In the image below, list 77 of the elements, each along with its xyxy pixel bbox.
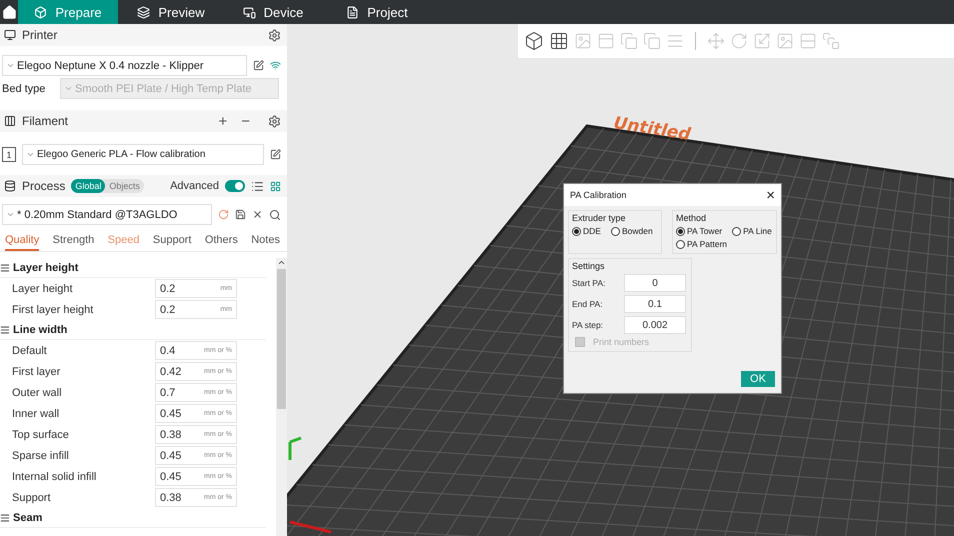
settings-tab[interactable]: Quality bbox=[5, 232, 40, 251]
chevron-icon bbox=[6, 61, 15, 70]
wifi-icon[interactable] bbox=[270, 60, 281, 71]
group-icon bbox=[0, 262, 10, 272]
nav-tab[interactable]: Device bbox=[224, 0, 322, 24]
field-label: End PA: bbox=[572, 299, 604, 309]
value-field[interactable]: 0 bbox=[624, 274, 686, 292]
layers-icon bbox=[137, 6, 150, 18]
plate-label: Untitled bbox=[612, 113, 692, 146]
parameter-label: Default bbox=[12, 344, 48, 356]
settings-tab[interactable]: Strength bbox=[52, 232, 94, 251]
parameter-label: Top surface bbox=[12, 428, 70, 440]
group-title: Settings bbox=[572, 261, 606, 271]
reset-button[interactable] bbox=[218, 209, 229, 220]
printer-select[interactable]: Elegoo Neptune X 0.4 nozzle - Klipper bbox=[2, 55, 247, 76]
settings-tab[interactable]: Others bbox=[204, 232, 238, 251]
chevron-up-icon bbox=[277, 258, 286, 267]
settings-button[interactable] bbox=[268, 114, 281, 128]
section-title: Process bbox=[22, 179, 66, 193]
radio-option[interactable]: PA Tower bbox=[676, 226, 722, 236]
parameter-label: Sparse infill bbox=[12, 450, 70, 462]
field-label: PA step: bbox=[572, 320, 604, 330]
group-title: Method bbox=[676, 213, 708, 223]
edit-button[interactable] bbox=[253, 60, 264, 71]
group-title: Line width bbox=[13, 324, 68, 336]
add-button[interactable]: + bbox=[218, 114, 228, 128]
nav-tab[interactable]: Prepare bbox=[18, 0, 118, 24]
dialog-title: PA Calibration bbox=[570, 190, 626, 200]
group-icon bbox=[0, 512, 10, 522]
radio-option[interactable]: Bowden bbox=[610, 226, 653, 236]
scrollbar[interactable] bbox=[276, 258, 287, 536]
grid-button[interactable] bbox=[270, 180, 281, 192]
parameter-label: Internal solid infill bbox=[12, 470, 98, 482]
chevron-icon bbox=[64, 84, 73, 93]
edit-button[interactable] bbox=[270, 149, 281, 160]
parameter-label: First layer height bbox=[12, 304, 94, 316]
group-title: Extruder type bbox=[572, 213, 627, 223]
chevron-icon bbox=[6, 210, 15, 219]
save-button[interactable] bbox=[235, 209, 246, 220]
scope-toggle[interactable]: Global bbox=[71, 179, 106, 193]
nav-tab[interactable]: Preview bbox=[118, 0, 224, 24]
parameter-label: First layer bbox=[12, 366, 62, 378]
cube-icon bbox=[34, 6, 48, 18]
process-select[interactable]: * 0.20mm Standard @T3AGLDO bbox=[2, 204, 212, 225]
devices-icon bbox=[242, 6, 256, 18]
search-button[interactable] bbox=[269, 208, 281, 220]
settings-tab[interactable]: Notes bbox=[251, 232, 280, 251]
parameter-label: Support bbox=[12, 492, 52, 504]
value-field[interactable]: 0.002 bbox=[624, 316, 686, 334]
field-label: Bed type bbox=[2, 82, 46, 94]
remove-button[interactable]: − bbox=[241, 114, 250, 128]
radio-option[interactable]: PA Pattern bbox=[676, 239, 728, 249]
document-icon bbox=[346, 6, 360, 18]
advanced-switch[interactable] bbox=[225, 180, 245, 192]
radio-option[interactable]: DDE bbox=[572, 226, 601, 236]
close-button[interactable] bbox=[252, 209, 263, 220]
value-field[interactable]: 0.1 bbox=[624, 295, 686, 313]
advanced-label: Advanced bbox=[170, 180, 219, 192]
radio-option[interactable]: PA Line bbox=[732, 226, 772, 236]
nav-tab[interactable]: Project bbox=[322, 0, 432, 24]
group-icon bbox=[0, 324, 10, 334]
section-title: Filament bbox=[22, 114, 70, 128]
section-title: Printer bbox=[22, 28, 58, 42]
parameter-label: Inner wall bbox=[12, 408, 60, 420]
slot-number: 1 bbox=[2, 147, 16, 162]
parameter-label: Layer height bbox=[12, 282, 74, 294]
settings-tab[interactable]: Support bbox=[152, 232, 192, 251]
list-button[interactable] bbox=[251, 180, 264, 192]
group-title: Seam bbox=[13, 512, 42, 524]
monitor-icon bbox=[4, 29, 16, 41]
settings-button[interactable] bbox=[268, 28, 281, 42]
close-button[interactable]: × bbox=[766, 188, 775, 202]
group-title: Layer height bbox=[13, 262, 78, 274]
field-label: Start PA: bbox=[572, 278, 606, 288]
filament-select[interactable]: Elegoo Generic PLA - Flow calibration bbox=[22, 144, 264, 165]
parameter-label: Outer wall bbox=[12, 386, 63, 398]
chevron-icon bbox=[26, 150, 35, 159]
